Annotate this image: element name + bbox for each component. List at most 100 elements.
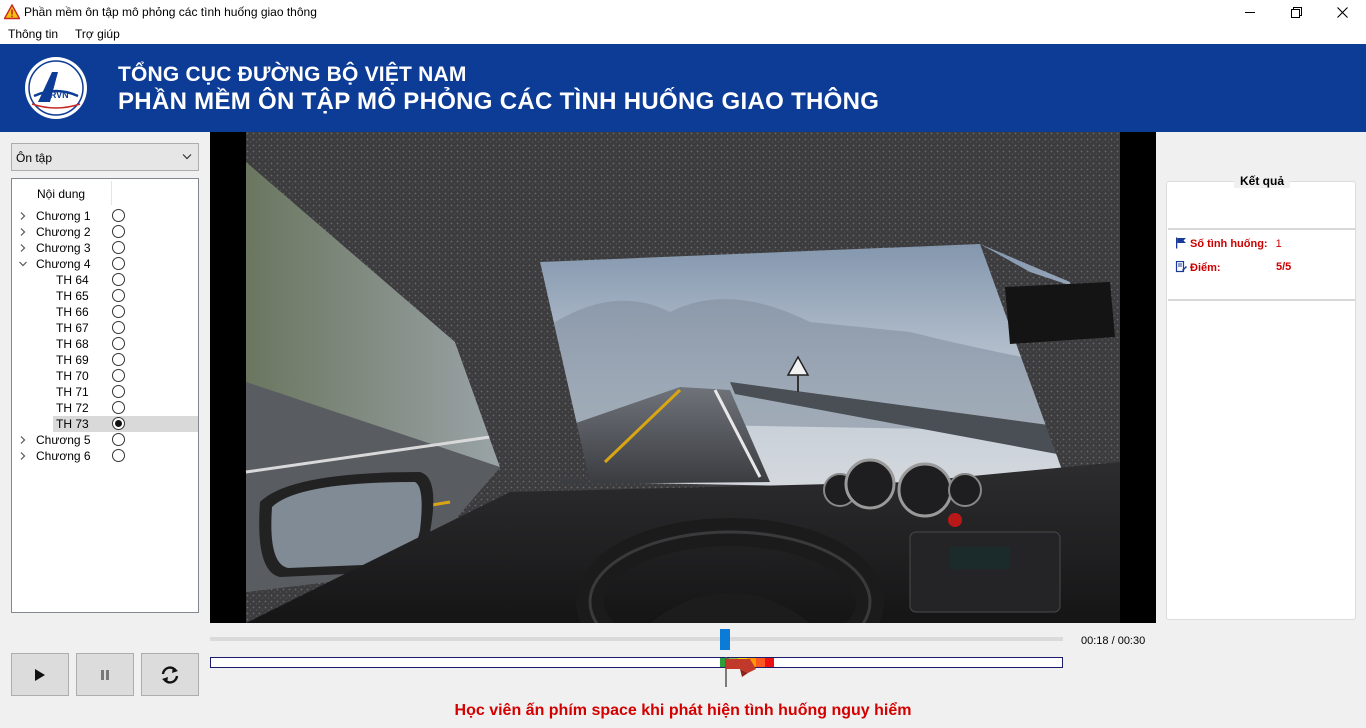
tree-row-label: TH 72 [56,401,89,415]
close-button[interactable] [1319,0,1365,24]
tree-row-radio[interactable] [112,225,125,238]
chevron-right-icon[interactable] [18,211,28,221]
chevron-right-icon[interactable] [18,227,28,237]
drvn-logo-icon: DRVN [25,57,87,119]
menu-info[interactable]: Thông tin [8,27,58,41]
seek-thumb[interactable] [720,629,730,650]
restore-icon [1290,6,1302,18]
pause-icon [101,669,109,680]
tree-row-radio[interactable] [112,241,125,254]
tree-row-radio[interactable] [112,417,125,430]
tree-row-radio[interactable] [112,401,125,414]
menu-bar: Thông tin Trợ giúp [0,24,1366,44]
tree-row-label: TH 70 [56,369,89,383]
mode-dropdown-value: Ôn tập [16,151,53,165]
chevron-down-icon[interactable] [18,259,28,269]
tree-chapter-row[interactable]: Chương 5 [12,432,198,448]
tree-row-label: Chương 2 [36,225,91,239]
tree-row-label: TH 66 [56,305,89,319]
tree-row-label: TH 65 [56,289,89,303]
tree-row-label: TH 64 [56,273,89,287]
score: Điểm: 5/5 [1175,261,1291,274]
result-panel: Kết quả Số tình huống: 1 Điểm: 5/5 [1166,174,1356,620]
tree-row-radio[interactable] [112,449,125,462]
tree-header: Nội dung [12,179,198,207]
driving-scene [210,132,1156,623]
tree-row-label: TH 67 [56,321,89,335]
minimize-button[interactable] [1227,0,1273,24]
simulation-video[interactable] [210,132,1156,623]
tree-situation-row[interactable]: TH 65 [12,288,198,304]
tree-row-radio[interactable] [112,209,125,222]
tree-row-label: Chương 5 [36,433,91,447]
tree-situation-row[interactable]: TH 69 [12,352,198,368]
tree-row-radio[interactable] [112,353,125,366]
close-icon [1336,6,1348,18]
divider [1168,299,1356,301]
tree-situation-row[interactable]: TH 72 [12,400,198,416]
minimize-icon [1245,12,1255,13]
tree-row-label: Chương 6 [36,449,91,463]
organization-title: TỔNG CỤC ĐƯỜNG BỘ VIỆT NAM [118,63,467,86]
tree-situation-row[interactable]: TH 67 [12,320,198,336]
tree-row-radio[interactable] [112,257,125,270]
chevron-right-icon[interactable] [18,435,28,445]
divider [1168,228,1356,230]
column-divider [111,181,112,205]
score-sheet-icon [1175,261,1187,273]
restore-button[interactable] [1273,0,1319,24]
tree-situation-row[interactable]: TH 64 [12,272,198,288]
replay-icon [161,665,179,684]
tree-row-label: Chương 3 [36,241,91,255]
tree-situation-row[interactable]: TH 73 [12,416,198,432]
tree-row-radio[interactable] [112,305,125,318]
tree-row-radio[interactable] [112,321,125,334]
tree-row-radio[interactable] [112,337,125,350]
tree-row-radio[interactable] [112,273,125,286]
content-tree[interactable]: Nội dung Chương 1 Chương 2 Chương 3 Chương … [11,178,199,613]
tree-header-label: Nội dung [37,187,86,201]
tree-row-radio[interactable] [112,385,125,398]
header-banner: DRVN TỔNG CỤC ĐƯỜNG BỘ VIỆT NAM PHẦN MỀM… [0,44,1366,132]
tree-row-label: Chương 4 [36,257,91,271]
tree-chapter-row[interactable]: Chương 1 [12,208,198,224]
menu-help[interactable]: Trợ giúp [75,27,120,41]
tree-row-label: TH 73 [56,417,89,431]
pause-button[interactable] [76,653,134,696]
window-title: Phần mềm ôn tập mô phỏng các tình huống … [24,5,317,19]
tree-chapter-row[interactable]: Chương 6 [12,448,198,464]
tree-situation-row[interactable]: TH 68 [12,336,198,352]
tree-row-label: TH 69 [56,353,89,367]
score-timeline [210,657,1063,668]
tree-row-label: TH 68 [56,337,89,351]
replay-button[interactable] [141,653,199,696]
title-bar: Phần mềm ôn tập mô phỏng các tình huống … [0,0,1366,24]
chevron-down-icon [182,154,192,160]
chevron-right-icon[interactable] [18,451,28,461]
tree-row-radio[interactable] [112,369,125,382]
tree-chapter-row[interactable]: Chương 3 [12,240,198,256]
time-readout: 00:18 / 00:30 [1081,635,1146,647]
flag-marker-icon [725,657,756,687]
tree-chapter-row[interactable]: Chương 4 [12,256,198,272]
result-title: Kết quả [1167,174,1357,188]
seek-track[interactable] [210,637,1063,641]
tree-situation-row[interactable]: TH 66 [12,304,198,320]
chevron-right-icon[interactable] [18,243,28,253]
play-button[interactable] [11,653,69,696]
instruction-hint: Học viên ấn phím space khi phát hiện tìn… [454,702,912,719]
tree-situation-row[interactable]: TH 70 [12,368,198,384]
tree-row-radio[interactable] [112,433,125,446]
app-window: Phần mềm ôn tập mô phỏng các tình huống … [0,0,1366,728]
situation-count: Số tình huống: 1 [1175,237,1282,250]
play-icon [35,668,45,681]
score-zone [765,658,774,667]
app-title: PHẦN MỀM ÔN TẬP MÔ PHỎNG CÁC TÌNH HUỐNG … [118,88,880,115]
flag-icon [1176,237,1186,249]
svg-text:DRVN: DRVN [43,90,68,100]
mode-dropdown[interactable]: Ôn tập [11,143,199,171]
tree-chapter-row[interactable]: Chương 2 [12,224,198,240]
tree-row-radio[interactable] [112,289,125,302]
tree-situation-row[interactable]: TH 71 [12,384,198,400]
tree-row-label: TH 71 [56,385,89,399]
